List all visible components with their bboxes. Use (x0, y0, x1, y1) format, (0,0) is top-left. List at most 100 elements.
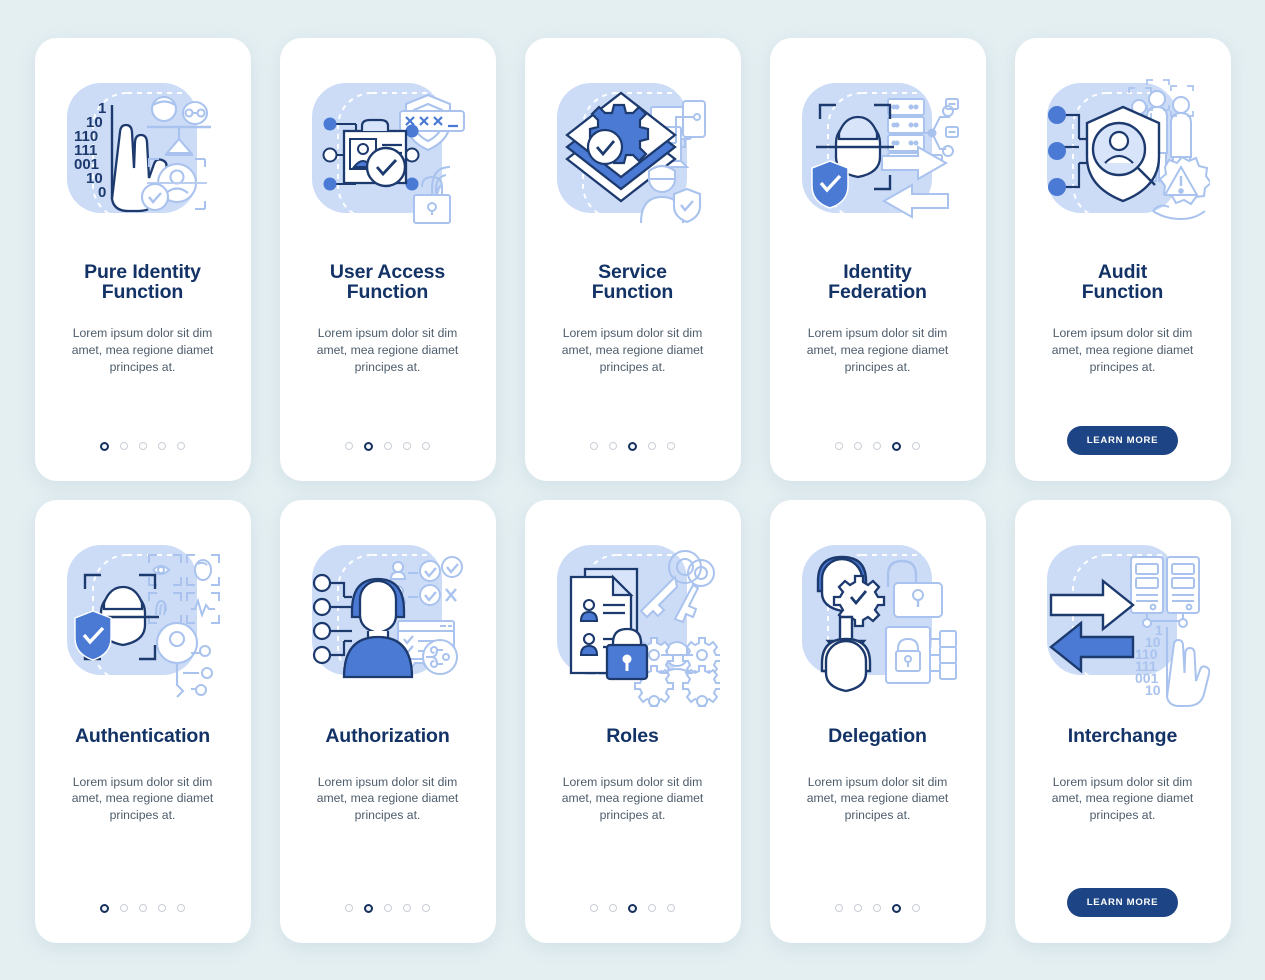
card-title-line: Roles (606, 724, 659, 747)
onboarding-card-audit-function: Audit Function Lorem ipsum dolor sit dim a… (1014, 37, 1231, 481)
pagination-dot-5[interactable] (422, 442, 430, 450)
pagination-dot-3[interactable] (139, 904, 147, 912)
pagination-dots (590, 903, 675, 913)
pagination-dots (345, 441, 430, 451)
card-title-line: Interchange (1067, 724, 1178, 747)
pagination-dot-4[interactable] (648, 442, 656, 450)
onboarding-card-roles: Roles Lorem ipsum dolor sit dim amet, mea… (524, 499, 741, 943)
card-title-line: Federation (828, 281, 927, 304)
pagination-dot-2[interactable] (120, 442, 128, 450)
pagination-dot-3[interactable] (873, 904, 881, 912)
svg-text:10: 10 (1145, 682, 1161, 698)
onboarding-card-identity-federation: Identity Federation Lorem ipsum dolor sit … (769, 37, 986, 481)
pagination-dot-4[interactable] (648, 904, 656, 912)
pagination-dot-4-active[interactable] (892, 903, 901, 913)
pagination-dot-1[interactable] (590, 442, 598, 450)
pagination-dots (100, 441, 185, 451)
pagination-dot-3[interactable] (139, 442, 147, 450)
user-permissions-checklist-icon (300, 533, 475, 708)
pagination-dot-4[interactable] (403, 442, 411, 450)
face-scan-biometrics-key-icon (55, 533, 230, 708)
svg-text:0: 0 (98, 184, 106, 201)
card-title-line: Authorization (325, 724, 450, 747)
card-title: Service Function (591, 260, 674, 304)
document-lock-keys-gears-icon (545, 533, 720, 708)
pagination-dot-5[interactable] (667, 904, 675, 912)
card-description: Lorem ipsum dolor sit dim amet, mea regi… (316, 325, 459, 374)
pagination-dot-4-active[interactable] (892, 441, 901, 451)
pagination-dot-4[interactable] (158, 904, 166, 912)
pagination-dot-1[interactable] (345, 904, 353, 912)
onboarding-card-interchange: 1 10 110 111 001 10 Interchange Lorem ipsum d… (1014, 499, 1231, 943)
card-title-line: User Access (329, 260, 446, 283)
user-transfer-arrow-locks-icon (790, 533, 965, 708)
pagination-dot-2[interactable] (854, 904, 862, 912)
card-title-line: Function (591, 281, 674, 304)
card-title: Delegation (828, 724, 927, 748)
learn-more-button[interactable]: LEARN MORE (1066, 887, 1179, 917)
card-title-line: Service (598, 260, 667, 283)
pagination-dot-2-active[interactable] (364, 903, 373, 913)
card-description: Lorem ipsum dolor sit dim amet, mea regi… (806, 325, 949, 374)
pagination-dot-2[interactable] (609, 904, 617, 912)
pagination-dot-3[interactable] (384, 904, 392, 912)
onboarding-card-service-function: Service Function Lorem ipsum dolor sit dim… (524, 37, 741, 481)
pagination-dot-3-active[interactable] (628, 441, 637, 451)
card-title: Identity Federation (828, 260, 927, 304)
pagination-dot-1[interactable] (835, 904, 843, 912)
card-title-line: Authentication (74, 724, 211, 747)
face-scan-server-arrows-icon (790, 71, 965, 246)
pagination-dot-2[interactable] (609, 442, 617, 450)
onboarding-screens-board: 1 10 110 111 001 10 0 Pure Identity Function Lo… (0, 0, 1265, 980)
card-title-line: Pure Identity (84, 260, 201, 283)
pagination-dot-1[interactable] (835, 442, 843, 450)
pagination-dot-5[interactable] (422, 904, 430, 912)
pagination-dot-3[interactable] (384, 442, 392, 450)
pagination-dot-5[interactable] (177, 904, 185, 912)
card-description: Lorem ipsum dolor sit dim amet, mea regi… (1051, 774, 1194, 823)
arrows-servers-binary-hand-icon: 1 10 110 111 001 10 (1035, 533, 1210, 708)
pagination-dot-5[interactable] (912, 442, 920, 450)
onboarding-card-delegation: Delegation Lorem ipsum dolor sit dim amet… (769, 499, 986, 943)
card-title-line: Function (1081, 281, 1164, 304)
gear-layers-devices-user-icon (545, 71, 720, 246)
card-title-line: Delegation (828, 724, 927, 747)
pagination-dot-1-active[interactable] (100, 441, 109, 451)
pagination-dots (835, 903, 920, 913)
card-title-line: Audit (1097, 260, 1148, 283)
pagination-dot-1-active[interactable] (100, 903, 109, 913)
pagination-dot-5[interactable] (912, 904, 920, 912)
pagination-dot-2[interactable] (120, 904, 128, 912)
pagination-dot-4[interactable] (158, 442, 166, 450)
pagination-dot-5[interactable] (177, 442, 185, 450)
card-description: Lorem ipsum dolor sit dim amet, mea regi… (316, 774, 459, 823)
card-description: Lorem ipsum dolor sit dim amet, mea regi… (806, 774, 949, 823)
card-title-line: Identity (843, 260, 912, 283)
learn-more-button[interactable]: LEARN MORE (1066, 425, 1179, 455)
card-description: Lorem ipsum dolor sit dim amet, mea regi… (71, 774, 214, 823)
pagination-dots (835, 441, 920, 451)
pagination-dot-2[interactable] (854, 442, 862, 450)
pagination-dot-5[interactable] (667, 442, 675, 450)
card-description: Lorem ipsum dolor sit dim amet, mea regi… (561, 774, 704, 823)
pagination-dots (100, 903, 185, 913)
onboarding-card-authorization: Authorization Lorem ipsum dolor sit dim a… (279, 499, 496, 943)
onboarding-card-user-access-function: User Access Function Lorem ipsum dolor sit… (279, 37, 496, 481)
card-title-line: Function (101, 281, 184, 304)
card-description: Lorem ipsum dolor sit dim amet, mea regi… (561, 325, 704, 374)
pagination-dot-3-active[interactable] (628, 903, 637, 913)
pagination-dots (345, 903, 430, 913)
shield-user-people-warning-icon (1035, 71, 1210, 246)
card-description: Lorem ipsum dolor sit dim amet, mea regi… (1051, 325, 1194, 374)
pagination-dots (590, 441, 675, 451)
card-title-line: Function (346, 281, 429, 304)
pagination-dot-4[interactable] (403, 904, 411, 912)
hand-binary-faces-scan-icon: 1 10 110 111 001 10 0 (55, 71, 230, 246)
pagination-dot-1[interactable] (345, 442, 353, 450)
card-title: Audit Function (1081, 260, 1164, 304)
card-title: Authentication (74, 724, 211, 748)
onboarding-card-authentication: Authentication Lorem ipsum dolor sit dim … (34, 499, 251, 943)
pagination-dot-1[interactable] (590, 904, 598, 912)
pagination-dot-3[interactable] (873, 442, 881, 450)
pagination-dot-2-active[interactable] (364, 441, 373, 451)
